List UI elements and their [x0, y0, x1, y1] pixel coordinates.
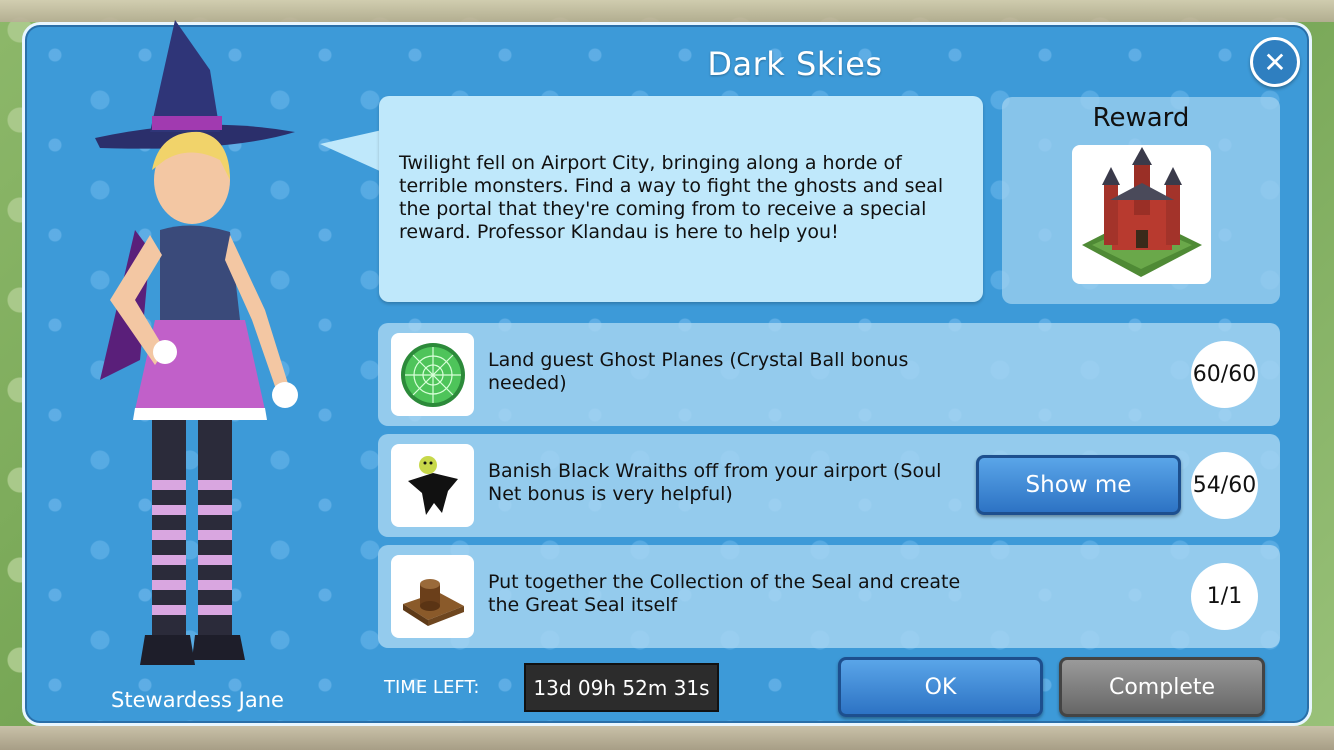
castle-icon	[1082, 147, 1202, 277]
speech-bubble: Twilight fell on Airport City, bringing …	[379, 96, 983, 302]
game-hud-top	[0, 0, 1334, 22]
reward-title: Reward	[1092, 103, 1190, 133]
task-icon-container	[391, 444, 474, 527]
character-name: Stewardess Jane	[111, 688, 284, 712]
task-icon-container	[391, 555, 474, 638]
countdown-timer: 13d 09h 52m 31s	[524, 663, 719, 712]
show-me-button[interactable]: Show me	[976, 455, 1181, 515]
wraith-icon	[407, 455, 458, 515]
close-button[interactable]: ✕	[1250, 37, 1300, 87]
seal-icon	[402, 578, 464, 626]
quest-description: Twilight fell on Airport City, bringing …	[399, 152, 944, 243]
task-description: Put together the Collection of the Seal …	[488, 571, 961, 616]
task-description: Banish Black Wraiths off from your airpo…	[488, 460, 942, 505]
speech-bubble-tail	[320, 130, 382, 172]
task-progress: 1/1	[1191, 563, 1258, 630]
task-progress: 54/60	[1191, 452, 1258, 519]
time-left-label: TIME LEFT:	[384, 677, 480, 698]
reward-image	[1072, 145, 1211, 284]
task-progress: 60/60	[1191, 341, 1258, 408]
task-row: Banish Black Wraiths off from your airpo…	[378, 434, 1280, 537]
radar-icon	[400, 342, 465, 407]
ok-button[interactable]: OK	[838, 657, 1043, 717]
character-illustration	[95, 20, 298, 665]
reward-card: Reward	[1002, 97, 1280, 304]
close-icon: ✕	[1263, 45, 1287, 79]
complete-button[interactable]: Complete	[1059, 657, 1265, 717]
task-row: Put together the Collection of the Seal …	[378, 545, 1280, 648]
task-description: Land guest Ghost Planes (Crystal Ball bo…	[488, 349, 909, 394]
dialog-title: Dark Skies	[707, 45, 883, 83]
task-row: Land guest Ghost Planes (Crystal Ball bo…	[378, 323, 1280, 426]
task-icon-container	[391, 333, 474, 416]
game-hud-bottom	[0, 726, 1334, 750]
